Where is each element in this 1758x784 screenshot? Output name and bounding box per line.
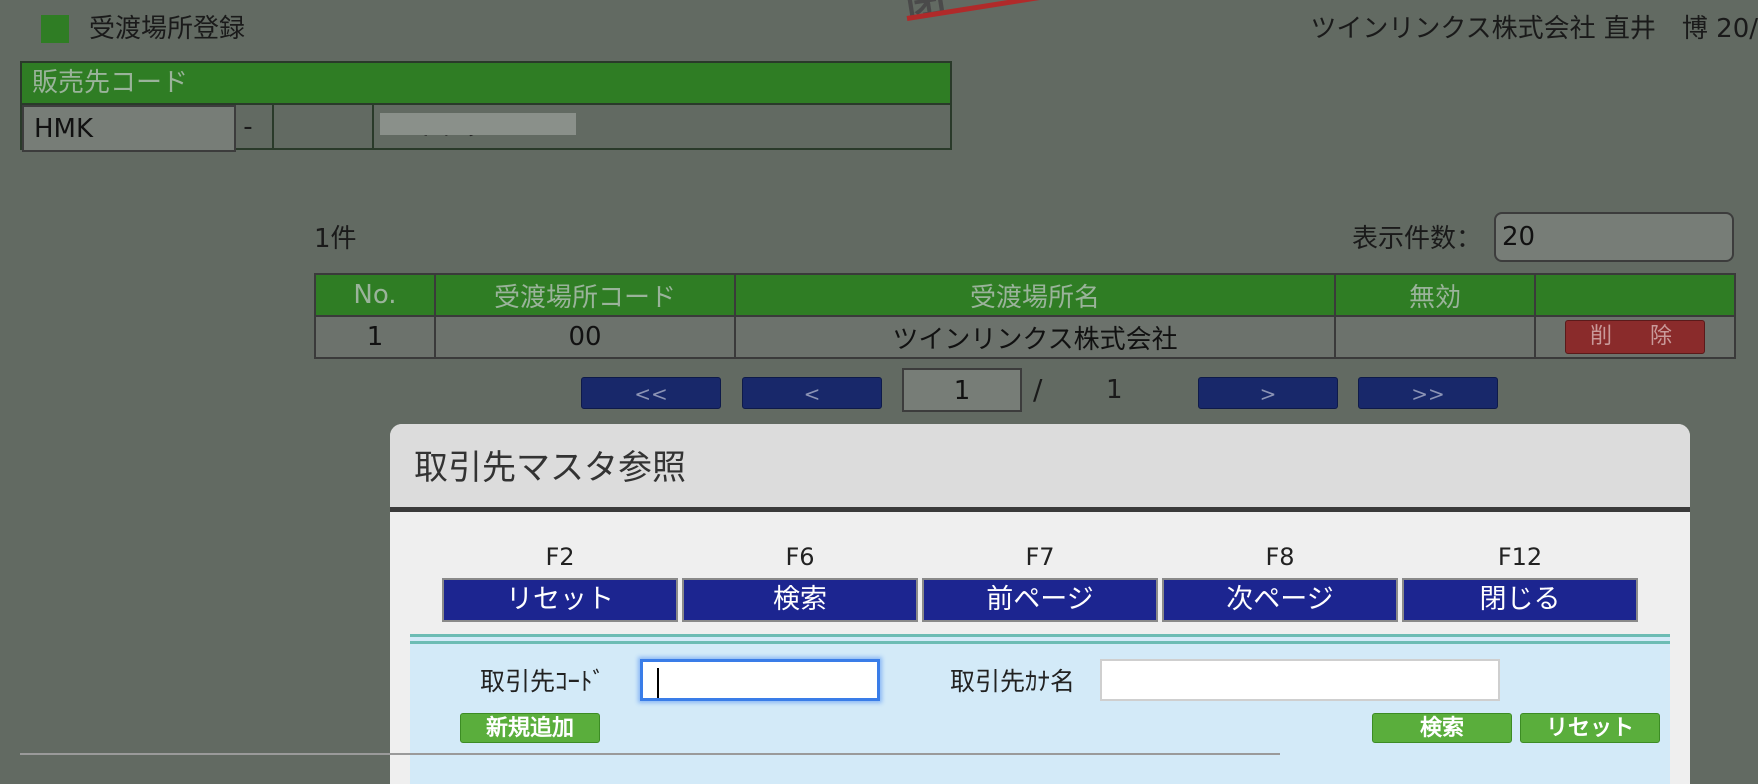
user-info: ツインリンクス株式会社 直井 博 20/ [1310,14,1758,44]
search-function-button[interactable]: 検索 [682,578,918,622]
page-title: 受渡場所登録 [89,14,246,44]
table-row[interactable]: 1 00 ツインリンクス株式会社 削 除 [314,315,1736,359]
customer-code-separator: - [224,105,274,148]
customer-master-dialog: 取引先マスタ参照 F2 F6 F7 F8 F12 リセット 検索 前ページ 次ペ… [390,424,1690,784]
column-header-name: 受渡場所名 [734,273,1336,317]
column-header-no: No. [314,273,436,317]
cell-code: 00 [434,315,736,359]
page-separator: / [1033,373,1043,406]
first-page-button[interactable]: << [581,377,721,409]
reset-button[interactable]: リセット [1520,713,1660,743]
search-button[interactable]: 検索 [1372,713,1512,743]
fkey-label-f12: F12 [1497,543,1543,571]
display-count-input[interactable]: 20 [1494,212,1734,262]
display-count-label: 表示件数： [1352,224,1483,254]
fkey-label-f6: F6 [785,543,815,571]
customer-kana-input[interactable] [1100,659,1500,701]
column-header-invalid: 無効 [1334,273,1536,317]
total-pages: 1 [1106,375,1123,405]
cell-name: ツインリンクス株式会社 [734,315,1336,359]
customer-kana-label: 取引先ｶﾅ名 [950,667,1076,696]
customer-code-header: 販売先コード [22,63,950,103]
customer-code-label: 取引先ｺｰﾄﾞ [480,667,606,696]
prev-page-function-button[interactable]: 前ページ [922,578,1158,622]
result-count: 1件 [314,224,357,254]
cell-action: 削 除 [1534,315,1736,359]
current-page-input[interactable]: 1 [902,368,1022,412]
column-header-action [1534,273,1736,317]
customer-code-input[interactable] [640,659,880,701]
reset-function-button[interactable]: リセット [442,578,678,622]
prev-page-button[interactable]: < [742,377,882,409]
search-panel: 取引先ｺｰﾄﾞ 取引先ｶﾅ名 新規追加 検索 リセット [410,634,1670,784]
next-page-function-button[interactable]: 次ページ [1162,578,1398,622]
add-new-button[interactable]: 新規追加 [460,713,600,743]
column-header-code: 受渡場所コード [434,273,736,317]
fkey-label-f7: F7 [1025,543,1055,571]
delivery-location-table: No. 受渡場所コード 受渡場所名 無効 1 00 ツインリンクス株式会社 削 … [314,273,1736,359]
redaction-mask [380,113,576,135]
text-caret [657,668,659,698]
delete-button[interactable]: 削 除 [1565,320,1705,354]
table-header-row: No. 受渡場所コード 受渡場所名 無効 [314,273,1736,317]
last-page-button[interactable]: >> [1358,377,1498,409]
customer-code-field[interactable]: HMK [22,105,236,152]
fkey-label-f2: F2 [545,543,575,571]
fkey-label-f8: F8 [1265,543,1295,571]
dialog-header: 取引先マスタ参照 [390,424,1690,512]
dialog-title: 取引先マスタ参照 [414,448,686,488]
page-title-marker [41,15,69,43]
customer-sub-code [272,105,374,148]
cell-invalid [1334,315,1536,359]
dialog-bottom-divider [20,753,1280,755]
cell-no: 1 [314,315,436,359]
next-page-button[interactable]: > [1198,377,1338,409]
close-function-button[interactable]: 閉じる [1402,578,1638,622]
